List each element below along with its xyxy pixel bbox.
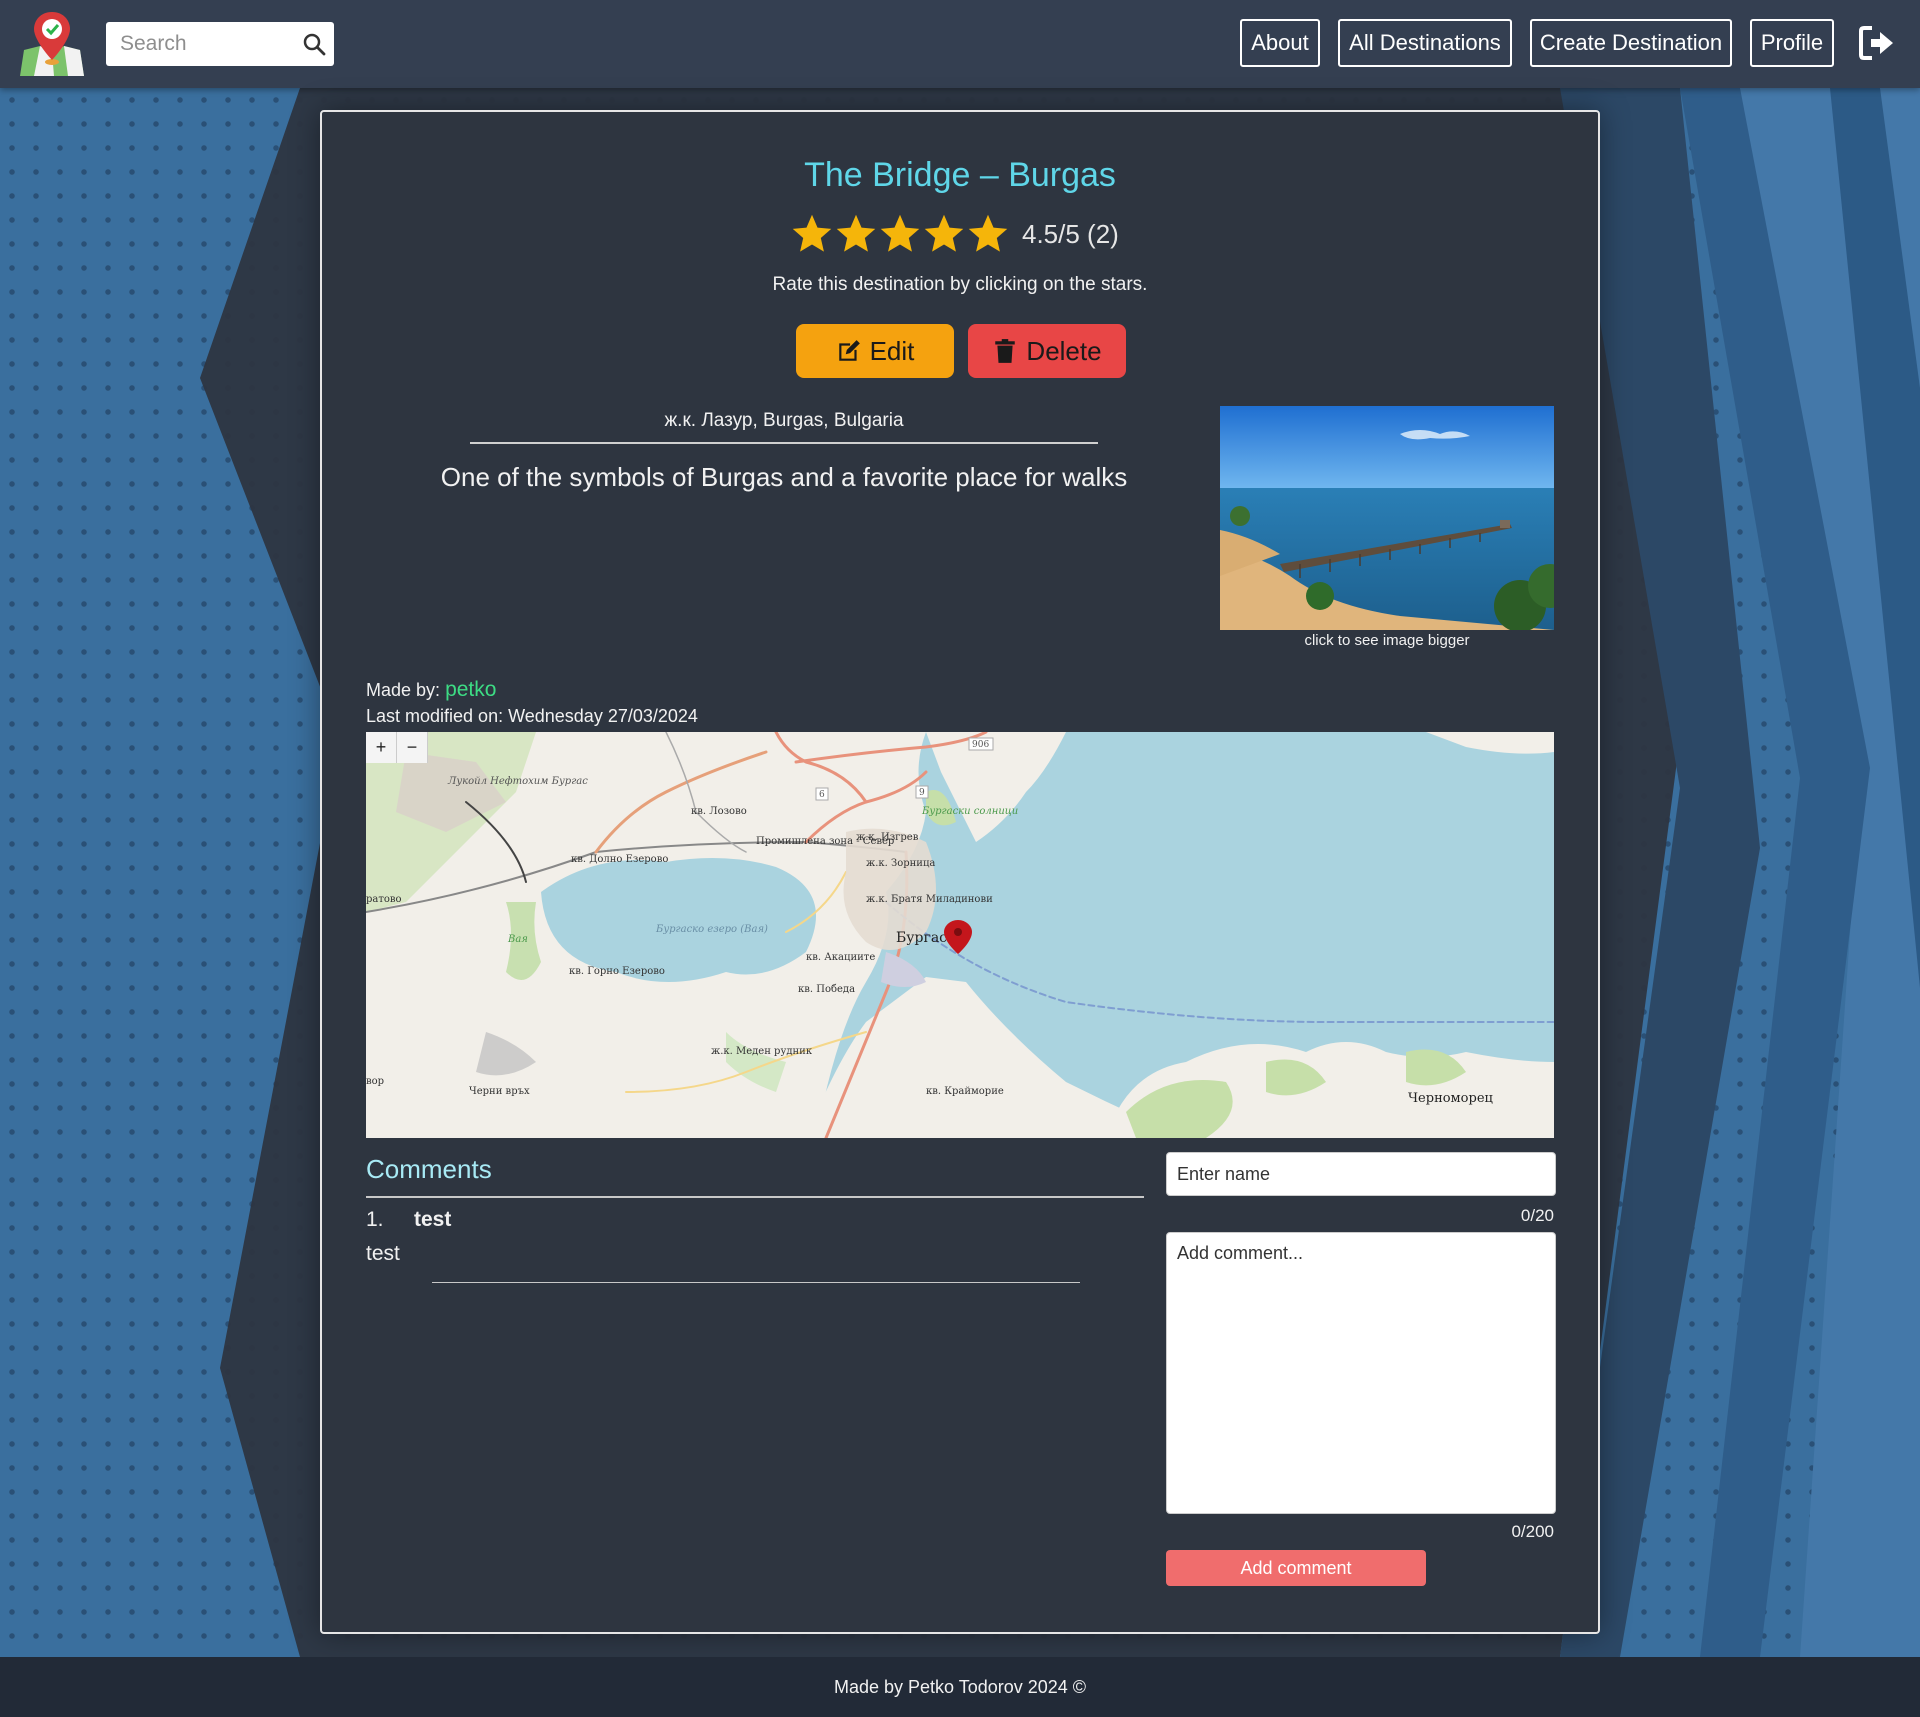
rating-stars: 4.5/5 (2) xyxy=(790,210,1119,258)
footer: Made by Petko Todorov 2024 © xyxy=(0,1657,1920,1717)
logo-map-pin-icon[interactable] xyxy=(18,10,86,78)
comment-textarea[interactable] xyxy=(1166,1232,1556,1514)
map-road-906: 906 xyxy=(972,740,989,750)
map-label-pobeda: кв. Победа xyxy=(798,984,855,995)
made-by: Made by: petko xyxy=(366,678,496,702)
star-icon[interactable] xyxy=(922,212,966,256)
author-link[interactable]: petko xyxy=(445,678,496,701)
map-road-9: 9 xyxy=(919,788,925,798)
nav-create-destination-button[interactable]: Create Destination xyxy=(1530,19,1732,67)
map-label-chernomorets: Черноморец xyxy=(1408,1091,1493,1106)
search-icon[interactable] xyxy=(302,32,326,56)
comment-text: test xyxy=(366,1242,400,1265)
trash-icon xyxy=(995,339,1016,363)
name-char-count: 0/20 xyxy=(1520,1206,1554,1225)
map-label-akatsiite: кв. Акациите xyxy=(806,952,875,963)
map-zoom-controls: + − xyxy=(366,732,428,763)
star-icon[interactable] xyxy=(966,212,1010,256)
search-input[interactable] xyxy=(106,22,296,66)
edit-label: Edit xyxy=(869,335,915,366)
comments-title: Comments xyxy=(366,1154,492,1184)
destination-description: One of the symbols of Burgas and a favor… xyxy=(440,462,1128,492)
search-box xyxy=(106,22,334,66)
delete-label: Delete xyxy=(1026,335,1102,366)
edit-button[interactable]: Edit xyxy=(796,324,954,378)
destination-address: ж.к. Лазур, Burgas, Bulgaria xyxy=(664,410,904,431)
map-label-meden-rudnik: ж.к. Меден рудник xyxy=(711,1046,813,1057)
logout-icon[interactable] xyxy=(1858,24,1896,62)
comment-separator xyxy=(432,1282,1080,1283)
nav-all-destinations-button[interactable]: All Destinations xyxy=(1338,19,1512,67)
add-comment-button[interactable]: Add comment xyxy=(1166,1550,1426,1586)
map-label-vor: вор xyxy=(366,1076,384,1087)
map-label-dolno-ezerovo: кв. Долно Езерово xyxy=(571,854,668,865)
destination-photo[interactable] xyxy=(1220,406,1554,630)
map-label-lukoil: Лукойл Нефтохим Бургас xyxy=(447,776,588,787)
comment-author: test xyxy=(414,1208,452,1231)
nav-profile-button[interactable]: Profile xyxy=(1750,19,1834,67)
map-label-bratya: ж.к. Братя Миладинови xyxy=(866,894,993,905)
comments-divider xyxy=(366,1196,1144,1198)
map-label-cherni-vrah: Черни връх xyxy=(469,1086,530,1097)
destination-title: The Bridge – Burgas xyxy=(804,156,1116,194)
map-label-lake: Бургаско езеро (Вая) xyxy=(655,924,768,935)
nav-about-button[interactable]: About xyxy=(1240,19,1320,67)
star-icon[interactable] xyxy=(878,212,922,256)
last-modified: Last modified on: Wednesday 27/03/2024 xyxy=(366,706,698,726)
footer-text: Made by Petko Todorov 2024 © xyxy=(833,1677,1087,1697)
comment-number: 1. xyxy=(366,1208,384,1231)
photo-caption: click to see image bigger xyxy=(1304,632,1470,649)
map-label-lozovo: кв. Лозово xyxy=(691,806,747,817)
star-icon[interactable] xyxy=(834,212,878,256)
address-divider xyxy=(470,442,1098,444)
map-zoom-out-button[interactable]: − xyxy=(397,732,428,763)
made-by-label: Made by: xyxy=(366,680,441,700)
destination-card: The Bridge – Burgas 4.5/5 (2) Rate this … xyxy=(320,110,1600,1634)
delete-button[interactable]: Delete xyxy=(968,324,1126,378)
navbar: About All Destinations Create Destinatio… xyxy=(0,0,1920,88)
map-label-gorno-ezerovo: кв. Горно Езерово xyxy=(569,966,665,977)
map-road-6: 6 xyxy=(819,790,825,800)
map-label-kraimorie: кв. Крайморие xyxy=(926,1086,1004,1097)
rate-hint: Rate this destination by clicking on the… xyxy=(772,274,1148,295)
star-icon[interactable] xyxy=(790,212,834,256)
comment-char-count: 0/200 xyxy=(1511,1522,1554,1541)
edit-icon xyxy=(838,340,860,361)
map-label-ratovo: ратово xyxy=(366,894,402,905)
location-map[interactable]: Лукойл Нефтохим Бургас кв. Лозово Промиш… xyxy=(366,732,1554,1138)
map-label-izgrev: ж.к. Изгрев xyxy=(856,832,919,843)
map-label-burgas: Бургас xyxy=(896,930,947,946)
comment-name-input[interactable] xyxy=(1166,1152,1556,1196)
map-label-salt-pans: Бургаски солници xyxy=(921,806,1018,817)
map-label-zornitsa: ж.к. Зорница xyxy=(866,858,935,869)
map-zoom-in-button[interactable]: + xyxy=(366,732,397,763)
rating-text: 4.5/5 (2) xyxy=(1022,218,1119,249)
map-label-vaya: Вая xyxy=(507,934,528,945)
